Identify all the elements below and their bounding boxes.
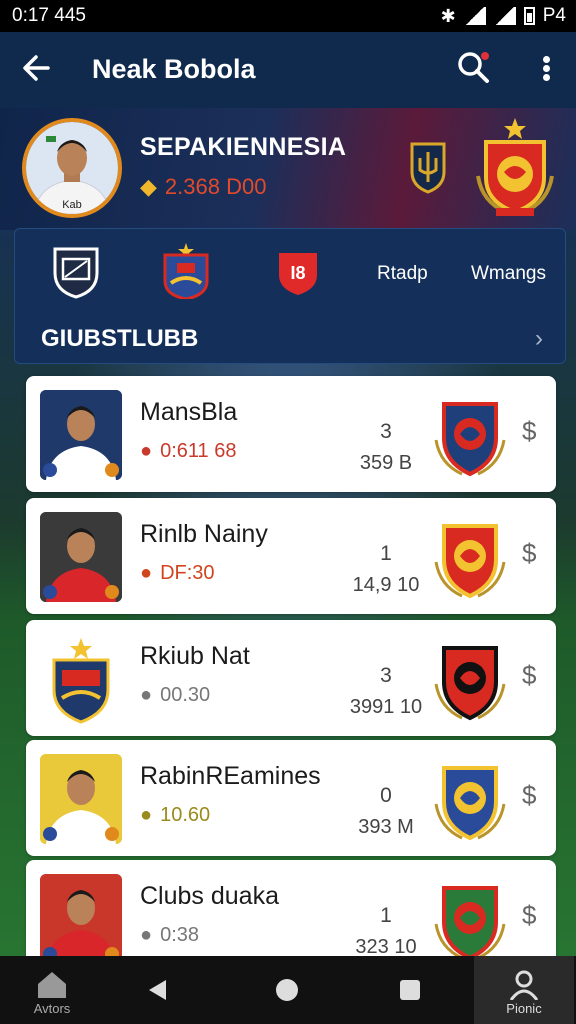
team-crest-icon[interactable]	[430, 390, 510, 480]
status-time: 0:17 445	[12, 5, 86, 26]
team-crest-icon[interactable]	[430, 512, 510, 602]
status-right-text: P4	[542, 5, 566, 26]
club-points: 3991 10	[349, 696, 423, 718]
bluetooth-icon: ✱	[440, 5, 456, 26]
avatar[interactable]: Kab	[22, 118, 122, 218]
club-meta: ● 0:611 68	[140, 440, 236, 463]
club-rank: 0	[380, 784, 392, 807]
more-vert-icon[interactable]	[532, 50, 560, 86]
team-crest-icon[interactable]	[430, 634, 510, 724]
player-photo	[40, 512, 122, 602]
club-meta: ● 0:38	[140, 924, 199, 947]
dollar-icon[interactable]: $	[522, 780, 536, 811]
club-strip-item-2[interactable]: Wmangs	[471, 263, 546, 285]
club-logo-1-icon[interactable]	[51, 243, 101, 299]
avatar-shirt-text: Kab	[62, 199, 82, 211]
meta-icon: ●	[140, 804, 153, 826]
club-crest-icon[interactable]	[474, 116, 556, 220]
status-bar: 0:17 445 ✱ P4	[0, 0, 576, 32]
signal-icon	[493, 7, 516, 25]
team-crest-icon[interactable]	[430, 874, 510, 964]
club-points: 359 B	[359, 452, 413, 474]
team-stat: ◆ 2.368 D00	[140, 174, 266, 200]
meta-icon: ●	[140, 562, 153, 584]
club-logo-3-icon[interactable]: I8	[273, 243, 323, 299]
page-title: Neak Bobola	[92, 54, 256, 84]
club-meta: ● 00.30	[140, 684, 210, 707]
club-name: Clubs duaka	[140, 882, 279, 910]
app-bar: Neak Bobola	[0, 32, 576, 108]
player-photo	[40, 390, 122, 480]
club-strip: I8 Rtadp Wmangs GIUBSTLUBB ›	[14, 228, 566, 364]
club-meta-value: DF:30	[160, 562, 215, 584]
player-photo	[40, 874, 122, 964]
team-hero: Kab SEPAKIENNESIA ◆ 2.368 D00	[0, 108, 576, 230]
list-item[interactable]: RabinREamines ● 10.60 0 393 M $	[26, 740, 556, 856]
club-points: 393 M	[358, 816, 414, 838]
club-meta-value: 0:611 68	[160, 440, 237, 462]
club-strip-item-1[interactable]: Rtadp	[377, 263, 428, 285]
club-rank: 3	[380, 420, 392, 443]
team-name: SEPAKIENNESIA	[140, 133, 347, 161]
club-points: 14,9 10	[352, 574, 420, 596]
screen: 0:17 445 ✱ P4 Neak Bobola Kab SEPAKIENNE…	[0, 0, 576, 1024]
meta-icon: ●	[140, 440, 153, 462]
player-photo	[40, 754, 122, 844]
club-meta: ● 10.60	[140, 804, 210, 827]
club-name: Rkiub Nat	[140, 642, 250, 670]
dollar-icon[interactable]: $	[522, 660, 536, 691]
nav-profile-tab[interactable]: Pionic	[474, 956, 574, 1024]
dollar-icon[interactable]: $	[522, 416, 536, 447]
club-name: MansBla	[140, 398, 238, 426]
list-item[interactable]: Rinlb Nainy ● DF:30 1 14,9 10 $	[26, 498, 556, 614]
battery-icon	[523, 7, 535, 25]
club-section-label: GIUBSTLUBB	[41, 325, 199, 352]
club-name: RabinREamines	[140, 762, 321, 790]
club-rank: 1	[380, 904, 392, 927]
nav-right-label: Pionic	[506, 1001, 542, 1016]
list-item[interactable]: Rkiub Nat ● 00.30 3 3991 10 $	[26, 620, 556, 736]
dollar-icon[interactable]: $	[522, 538, 536, 569]
club-meta-value: 10.60	[160, 804, 211, 826]
back-arrow-icon[interactable]	[18, 48, 58, 88]
nav-left-label: Avtors	[33, 1001, 71, 1016]
bottom-nav: Avtors Pionic	[0, 956, 576, 1024]
team-stat-value: 2.368 D00	[164, 174, 267, 199]
meta-icon: ●	[140, 684, 153, 706]
home-circle-icon[interactable]	[276, 979, 298, 1001]
club-logo-3-text: I8	[290, 263, 305, 283]
club-meta-value: 00.30	[160, 684, 211, 706]
dollar-icon[interactable]: $	[522, 900, 536, 931]
bolt-icon: ◆	[140, 174, 157, 199]
club-rank: 3	[380, 664, 392, 687]
back-triangle-icon[interactable]	[146, 978, 168, 1007]
club-meta: ● DF:30	[140, 562, 215, 585]
club-badge-photo	[40, 634, 122, 724]
club-meta-value: 0:38	[160, 924, 200, 946]
wifi-icon	[463, 7, 486, 25]
meta-icon: ●	[140, 924, 153, 946]
recents-square-icon[interactable]	[400, 980, 420, 1000]
search-icon[interactable]	[456, 50, 492, 86]
chevron-right-icon[interactable]: ›	[535, 325, 543, 353]
status-icons: ✱ P4	[441, 5, 566, 27]
team-crest-icon[interactable]	[430, 754, 510, 844]
club-logo-2-icon[interactable]	[161, 243, 211, 301]
list-item[interactable]: MansBla ● 0:611 68 3 359 B $	[26, 376, 556, 492]
nav-home-tab[interactable]: Avtors	[2, 956, 102, 1024]
trident-crest-icon	[408, 138, 448, 194]
club-name: Rinlb Nainy	[140, 520, 268, 548]
club-rank: 1	[380, 542, 392, 565]
